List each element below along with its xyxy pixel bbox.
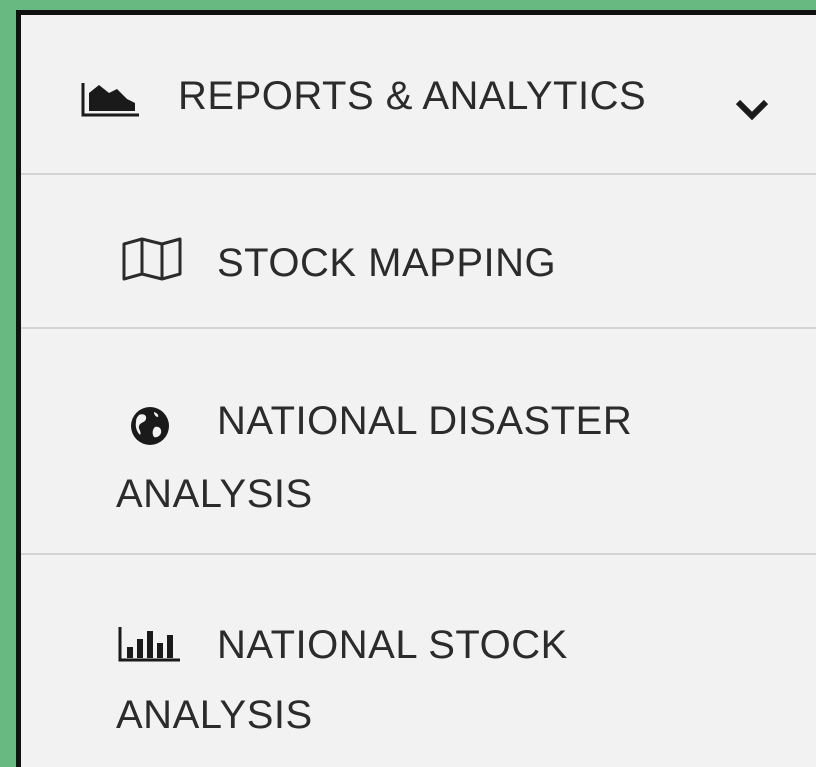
national-disaster-label-line2: ANALYSIS <box>116 472 313 516</box>
chevron-down-icon[interactable] <box>735 97 769 121</box>
national-stock-label-line1: NATIONAL STOCK <box>217 623 568 667</box>
area-chart-icon <box>81 83 139 117</box>
sidebar-submenu-panel: REPORTS & ANALYTICS STOCK MAPPING NATION… <box>16 10 816 767</box>
national-disaster-label-line1: NATIONAL DISASTER <box>217 399 633 443</box>
bar-chart-icon <box>118 627 180 662</box>
reports-analytics-label: REPORTS & ANALYTICS <box>178 74 647 118</box>
national-stock-label-line2: ANALYSIS <box>116 693 313 737</box>
menu-item-stock-mapping[interactable]: STOCK MAPPING <box>21 175 816 329</box>
globe-icon <box>131 407 169 445</box>
reports-analytics-menu-header[interactable]: REPORTS & ANALYTICS <box>21 15 816 175</box>
map-icon <box>122 237 182 281</box>
menu-item-national-stock-analysis[interactable]: NATIONAL STOCK ANALYSIS <box>21 555 816 767</box>
menu-item-national-disaster-analysis[interactable]: NATIONAL DISASTER ANALYSIS <box>21 329 816 555</box>
stock-mapping-label: STOCK MAPPING <box>217 241 557 285</box>
